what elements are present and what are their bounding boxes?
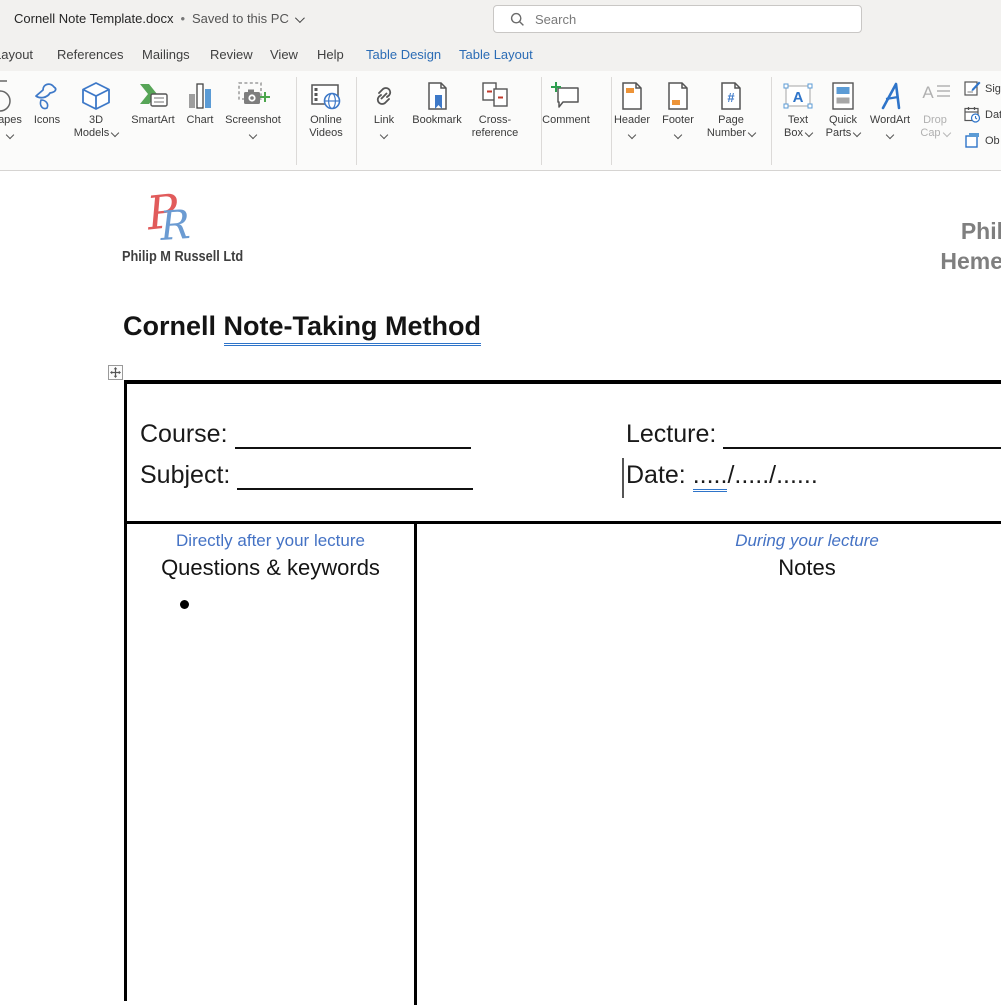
online-videos-icon [296,78,356,114]
date-line: Date: ...../...../...... [626,461,818,490]
tab-table-layout[interactable]: Table Layout [459,47,533,62]
date-time-icon [964,106,981,123]
drop-cap-button[interactable]: A Drop Cap [905,78,965,140]
tab-view[interactable]: View [270,47,298,62]
course-label: Course: [140,420,228,448]
tab-mailings[interactable]: Mailings [142,47,190,62]
chevron-down-icon [362,129,406,139]
heading-underlined: Note-Taking Method [224,311,481,346]
3d-cube-icon [66,78,126,114]
chevron-down-icon [942,129,950,137]
subject-blank-line[interactable] [237,464,473,490]
group-separator [356,77,357,165]
title-separator: • [180,11,185,26]
comment-icon [531,78,601,114]
link-icon [362,78,406,114]
date-dots-month[interactable]: ..... [734,461,769,489]
header-right-line1: Phil [940,216,1001,246]
comment-button[interactable]: Comment [531,78,601,127]
date-dots-day[interactable]: ..... [693,461,728,492]
chevron-down-icon [651,129,705,139]
svg-text:#: # [727,90,735,105]
lecture-blank-line[interactable] [723,423,1001,449]
table-move-handle[interactable] [108,365,123,380]
chevron-down-icon [805,129,813,137]
search-icon [510,12,525,27]
page-number-icon: # [699,78,763,114]
cue-column-title: Questions & keywords [127,555,414,581]
save-status: Saved to this PC [192,11,289,26]
cross-reference-button[interactable]: Cross- reference [460,78,530,140]
cross-reference-icon [460,78,530,114]
logo-letter-r: R [158,202,191,250]
online-videos-button[interactable]: Online Videos [296,78,356,140]
ribbon: apes Icons 3D Models SmartArt Chart Scre… [0,71,1001,170]
signature-line-button[interactable]: Sig [964,80,1001,97]
chevron-down-icon [218,129,288,139]
document-heading: Cornell Note-Taking Method [123,311,481,346]
ribbon-tab-row: Layout References Mailings Review View H… [0,38,1001,71]
subject-label: Subject: [140,461,230,489]
tab-layout[interactable]: Layout [0,47,33,62]
date-dots-year[interactable]: ...... [776,461,818,489]
cue-column-subtitle: Directly after your lecture [127,531,414,551]
document-title[interactable]: Cornell Note Template.docx • Saved to this… [14,11,302,26]
3d-models-button[interactable]: 3D Models [66,78,126,140]
document-page: P R Philip M Russell Ltd Phil Heme Corne… [0,171,1001,1001]
page-number-button[interactable]: # Page Number [699,78,763,140]
table-column-border [414,524,417,1005]
bullet-point [180,600,189,609]
title-bar: Cornell Note Template.docx • Saved to this… [0,0,1001,38]
notes-column-title: Notes [417,555,1001,581]
heading-plain: Cornell [123,311,224,341]
screenshot-icon [218,78,288,114]
chevron-down-icon [0,129,34,139]
search-input[interactable] [535,12,815,27]
course-line: Course: [140,420,471,449]
search-box[interactable] [493,5,862,33]
svg-text:A: A [793,89,804,106]
tab-help[interactable]: Help [317,47,344,62]
lecture-label: Lecture: [626,420,716,448]
date-label: Date: [626,461,686,489]
document-name: Cornell Note Template.docx [14,11,173,26]
link-button[interactable]: Link [362,78,406,139]
chevron-down-icon [748,129,756,137]
footer-icon [651,78,705,114]
chevron-down-icon [295,13,305,23]
logo-company-name: Philip M Russell Ltd [122,249,243,265]
tab-table-design[interactable]: Table Design [366,47,441,62]
table-body-row: Directly after your lecture Questions & … [127,524,1001,1005]
signature-icon [964,80,981,97]
footer-button[interactable]: Footer [651,78,705,139]
tab-references[interactable]: References [57,47,123,62]
chevron-down-icon [111,129,119,137]
header-right-line2: Heme [940,246,1001,276]
cornell-table: Course: Subject: Lecture: Date: ...../..… [124,380,1001,1001]
subject-line: Subject: [140,461,473,490]
tab-review[interactable]: Review [210,47,253,62]
lecture-line: Lecture: [626,420,1001,449]
header-right-text: Phil Heme [940,216,1001,276]
course-blank-line[interactable] [235,423,471,449]
object-icon [964,132,981,149]
date-time-button[interactable]: Dat [964,106,1001,123]
text-cursor [622,458,624,498]
notes-column-subtitle: During your lecture [417,531,1001,551]
object-button[interactable]: Ob [964,132,1000,149]
screenshot-button[interactable]: Screenshot [218,78,288,139]
drop-cap-icon: A [905,78,965,114]
svg-text:A: A [922,83,934,102]
